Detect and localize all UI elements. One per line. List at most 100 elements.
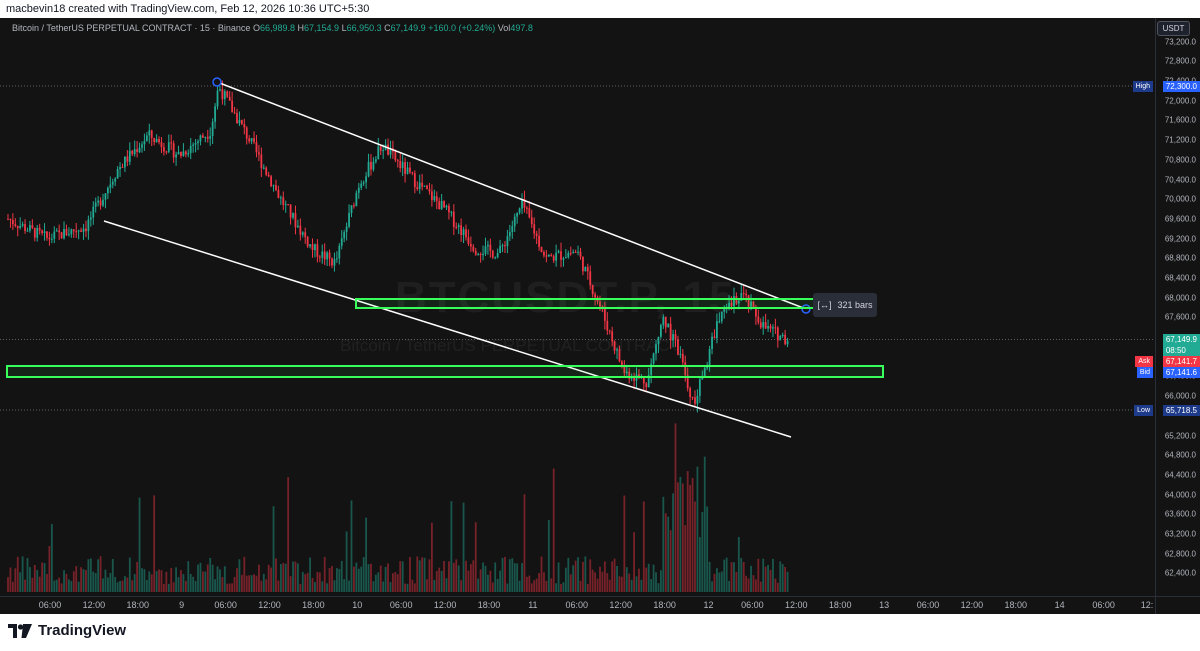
- volume-bar: [779, 561, 782, 592]
- candle-body: [104, 193, 107, 200]
- volume-bar: [430, 522, 433, 592]
- candle-body: [776, 327, 779, 341]
- volume-bar: [314, 582, 316, 592]
- volume-bar: [711, 581, 713, 592]
- volume-bar: [297, 563, 299, 592]
- time-axis-label: 06:00: [38, 600, 62, 610]
- candle-body: [387, 144, 389, 155]
- candle-body: [87, 219, 90, 232]
- time-axis-label: 18:00: [302, 600, 325, 610]
- time-axis[interactable]: 06:00 12:00 18:00 9 06:00 12:00 18:00 10 06:00 12…: [0, 596, 1155, 614]
- time-axis-label: 06:00: [741, 600, 764, 610]
- candle-body: [711, 336, 713, 349]
- volume-bar: [338, 568, 341, 592]
- volume-bar: [582, 561, 584, 592]
- last-price-tag: 67,149.9 08:50: [1162, 334, 1200, 356]
- volume-bar: [158, 569, 160, 592]
- price-axis[interactable]: 73,200.072,800.072,400.072,000.071,600.0…: [1155, 18, 1200, 596]
- candle-body: [784, 334, 787, 345]
- candle-body: [494, 257, 497, 259]
- candle-body: [41, 230, 44, 234]
- candle-body: [465, 229, 467, 238]
- volume-bar: [282, 562, 285, 592]
- volume-bar: [750, 565, 752, 592]
- volume-bar: [216, 566, 219, 592]
- volume-bar: [238, 559, 241, 592]
- volume-bar: [119, 581, 121, 592]
- volume-bar: [72, 571, 75, 592]
- candle-body: [567, 253, 570, 258]
- candle-body: [306, 236, 309, 247]
- volume-bar: [350, 500, 353, 592]
- candle-body: [538, 235, 540, 247]
- candle-body: [501, 245, 504, 247]
- volume-bar: [219, 569, 221, 592]
- candle-body: [586, 267, 589, 272]
- volume-bar: [279, 564, 282, 592]
- candle-body: [109, 184, 112, 188]
- candle-body: [248, 138, 251, 142]
- volume-bar: [240, 574, 243, 592]
- candle-body: [406, 167, 409, 174]
- time-axis-label: 12: [703, 600, 714, 610]
- ask-tag-label: Ask: [1135, 356, 1153, 367]
- candle-body: [440, 201, 443, 210]
- candle-body: [545, 255, 548, 257]
- candle-body: [508, 231, 511, 237]
- volume-bar: [740, 558, 743, 592]
- volume-bar: [187, 561, 190, 592]
- volume-bar: [226, 583, 229, 592]
- volume-bar: [26, 558, 29, 592]
- volume-bar: [411, 579, 414, 592]
- candle-body: [353, 205, 355, 207]
- candle-body: [126, 156, 129, 162]
- volume-bar: [440, 570, 443, 592]
- volume-bar: [82, 569, 85, 592]
- volume-bar: [199, 562, 202, 592]
- volume-bar: [674, 423, 677, 592]
- candle-body: [569, 253, 572, 255]
- volume-bar: [630, 579, 633, 592]
- volume-bar: [421, 557, 424, 592]
- bar-countdown: 08:50: [1165, 346, 1186, 355]
- volume-bar: [533, 580, 536, 592]
- volume-bar: [401, 561, 404, 592]
- volume-bar: [540, 556, 543, 592]
- volume-bar: [547, 519, 550, 592]
- volume-bar: [652, 564, 655, 592]
- candle-body: [652, 353, 655, 364]
- tradingview-brand[interactable]: TradingView: [8, 622, 126, 639]
- volume-bar: [143, 569, 146, 592]
- volume-bar: [616, 565, 618, 592]
- candle-body: [65, 228, 68, 236]
- volume-bar: [233, 576, 236, 592]
- volume-bar: [48, 546, 51, 592]
- candle-body: [201, 135, 204, 138]
- volume-bar: [450, 501, 453, 592]
- volume-bar: [562, 582, 565, 592]
- volume-bar: [416, 556, 419, 592]
- candle-body: [479, 253, 482, 256]
- low-tag-label: Low: [1134, 405, 1153, 416]
- volume-bar: [650, 579, 653, 592]
- candle-body: [36, 227, 39, 238]
- volume-bar: [228, 583, 231, 592]
- volume-bar: [292, 561, 294, 592]
- candle-body: [779, 336, 782, 341]
- candle-body: [258, 152, 260, 155]
- candle-body: [421, 182, 424, 187]
- currency-button[interactable]: USDT: [1157, 21, 1190, 36]
- legend-symbol[interactable]: Bitcoin / TetherUS PERPETUAL CONTRACT · …: [12, 23, 250, 33]
- footer: TradingView: [0, 614, 1200, 651]
- volume-bar: [245, 575, 248, 592]
- candle-body: [16, 226, 19, 228]
- candle-body: [75, 231, 78, 233]
- bars-count-tooltip: [↔] 321 bars: [813, 293, 877, 317]
- candle-body: [153, 138, 156, 143]
- chart-pane[interactable]: BTCUSDT.P, 15 Bitcoin / TetherUS PERPETU…: [0, 18, 1155, 596]
- volume-bar: [528, 575, 531, 592]
- volume-bar: [487, 574, 489, 592]
- price-chart[interactable]: [0, 18, 1155, 596]
- price-axis-label: 67,600.0: [1164, 312, 1196, 322]
- candle-body: [158, 138, 160, 143]
